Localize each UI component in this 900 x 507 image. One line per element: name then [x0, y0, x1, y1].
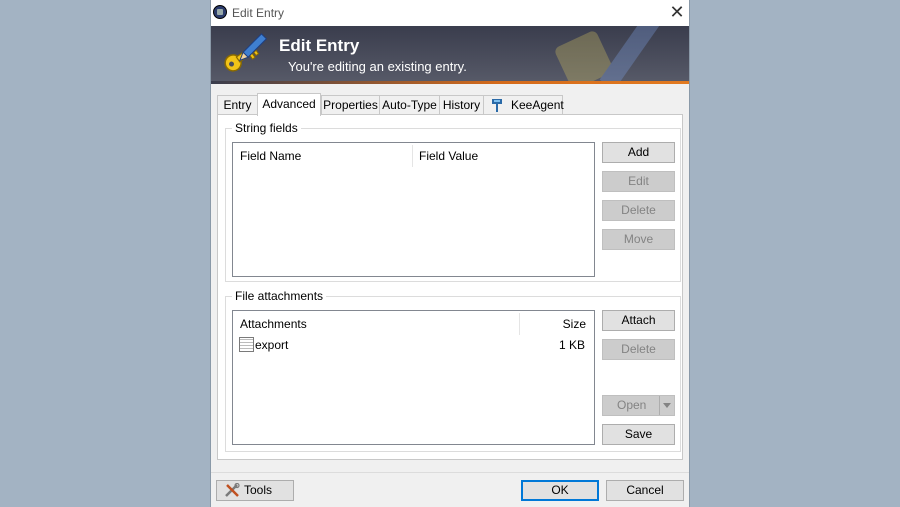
- header-banner: Edit Entry You're editing an existing en…: [211, 26, 689, 84]
- tab-history-label: History: [442, 98, 481, 112]
- tools-button[interactable]: Tools: [216, 480, 294, 501]
- chevron-down-icon[interactable]: [659, 396, 674, 415]
- ok-button[interactable]: OK: [521, 480, 599, 501]
- tab-auto-type-label: Auto-Type: [382, 98, 437, 112]
- column-header-size[interactable]: Size: [563, 317, 586, 331]
- delete-string-field-button[interactable]: Delete: [602, 200, 675, 221]
- column-separator[interactable]: [412, 145, 413, 167]
- tab-entry[interactable]: Entry: [217, 95, 258, 115]
- string-fields-list[interactable]: Field Name Field Value: [232, 142, 595, 277]
- footer-bar: Tools OK Cancel: [211, 473, 689, 507]
- open-attachment-split-button[interactable]: Open: [602, 395, 675, 416]
- edit-string-field-button[interactable]: Edit: [602, 171, 675, 192]
- banner-accent-stripe: [211, 81, 689, 84]
- file-attachments-label: File attachments: [232, 289, 327, 303]
- attachment-row[interactable]: export 1 KB: [238, 336, 588, 354]
- string-fields-label: String fields: [232, 121, 301, 135]
- edit-entry-window: Edit Entry ✕ Edit Entry You're editing a…: [210, 0, 690, 507]
- attachments-list[interactable]: Attachments Size export 1 KB: [232, 310, 595, 445]
- open-attachment-label: Open: [617, 398, 647, 412]
- file-icon: [239, 337, 254, 352]
- tab-properties-label: Properties: [323, 98, 378, 112]
- tab-auto-type[interactable]: Auto-Type: [379, 95, 440, 115]
- banner-watermark-icon: [555, 26, 661, 84]
- move-string-field-button[interactable]: Move: [602, 229, 675, 250]
- title-bar[interactable]: Edit Entry ✕: [211, 0, 689, 26]
- tab-keeagent-label: KeeAgent: [511, 98, 564, 112]
- tools-label: Tools: [244, 483, 273, 497]
- delete-attachment-button[interactable]: Delete: [602, 339, 675, 360]
- banner-subtitle: You're editing an existing entry.: [288, 59, 467, 74]
- tab-properties[interactable]: Properties: [321, 95, 380, 115]
- tools-icon: [225, 483, 240, 497]
- save-attachment-button[interactable]: Save: [602, 424, 675, 445]
- tab-advanced[interactable]: Advanced: [257, 93, 321, 116]
- attachment-size: 1 KB: [558, 338, 585, 352]
- window-title: Edit Entry: [232, 6, 285, 20]
- keeagent-icon: [492, 99, 502, 112]
- add-string-field-button[interactable]: Add: [602, 142, 675, 163]
- close-button[interactable]: ✕: [665, 0, 689, 26]
- key-pencil-icon: [224, 33, 267, 72]
- tab-history[interactable]: History: [439, 95, 484, 115]
- advanced-tab-panel: String fields Field Name Field Value Add…: [217, 114, 683, 460]
- tab-advanced-label: Advanced: [262, 97, 316, 111]
- attach-button[interactable]: Attach: [602, 310, 675, 331]
- file-attachments-group: File attachments Attachments Size export…: [225, 289, 681, 452]
- column-header-attachments[interactable]: Attachments: [240, 317, 307, 331]
- tab-entry-label: Entry: [223, 98, 252, 112]
- lock-icon: [213, 5, 227, 19]
- cancel-button[interactable]: Cancel: [606, 480, 684, 501]
- column-header-field-name[interactable]: Field Name: [240, 149, 301, 163]
- column-separator[interactable]: [519, 313, 520, 335]
- string-fields-group: String fields Field Name Field Value Add…: [225, 121, 681, 282]
- banner-title: Edit Entry: [279, 36, 360, 55]
- column-header-field-value[interactable]: Field Value: [419, 149, 478, 163]
- tab-keeagent[interactable]: KeeAgent: [483, 95, 564, 115]
- attachment-name: export: [255, 338, 289, 352]
